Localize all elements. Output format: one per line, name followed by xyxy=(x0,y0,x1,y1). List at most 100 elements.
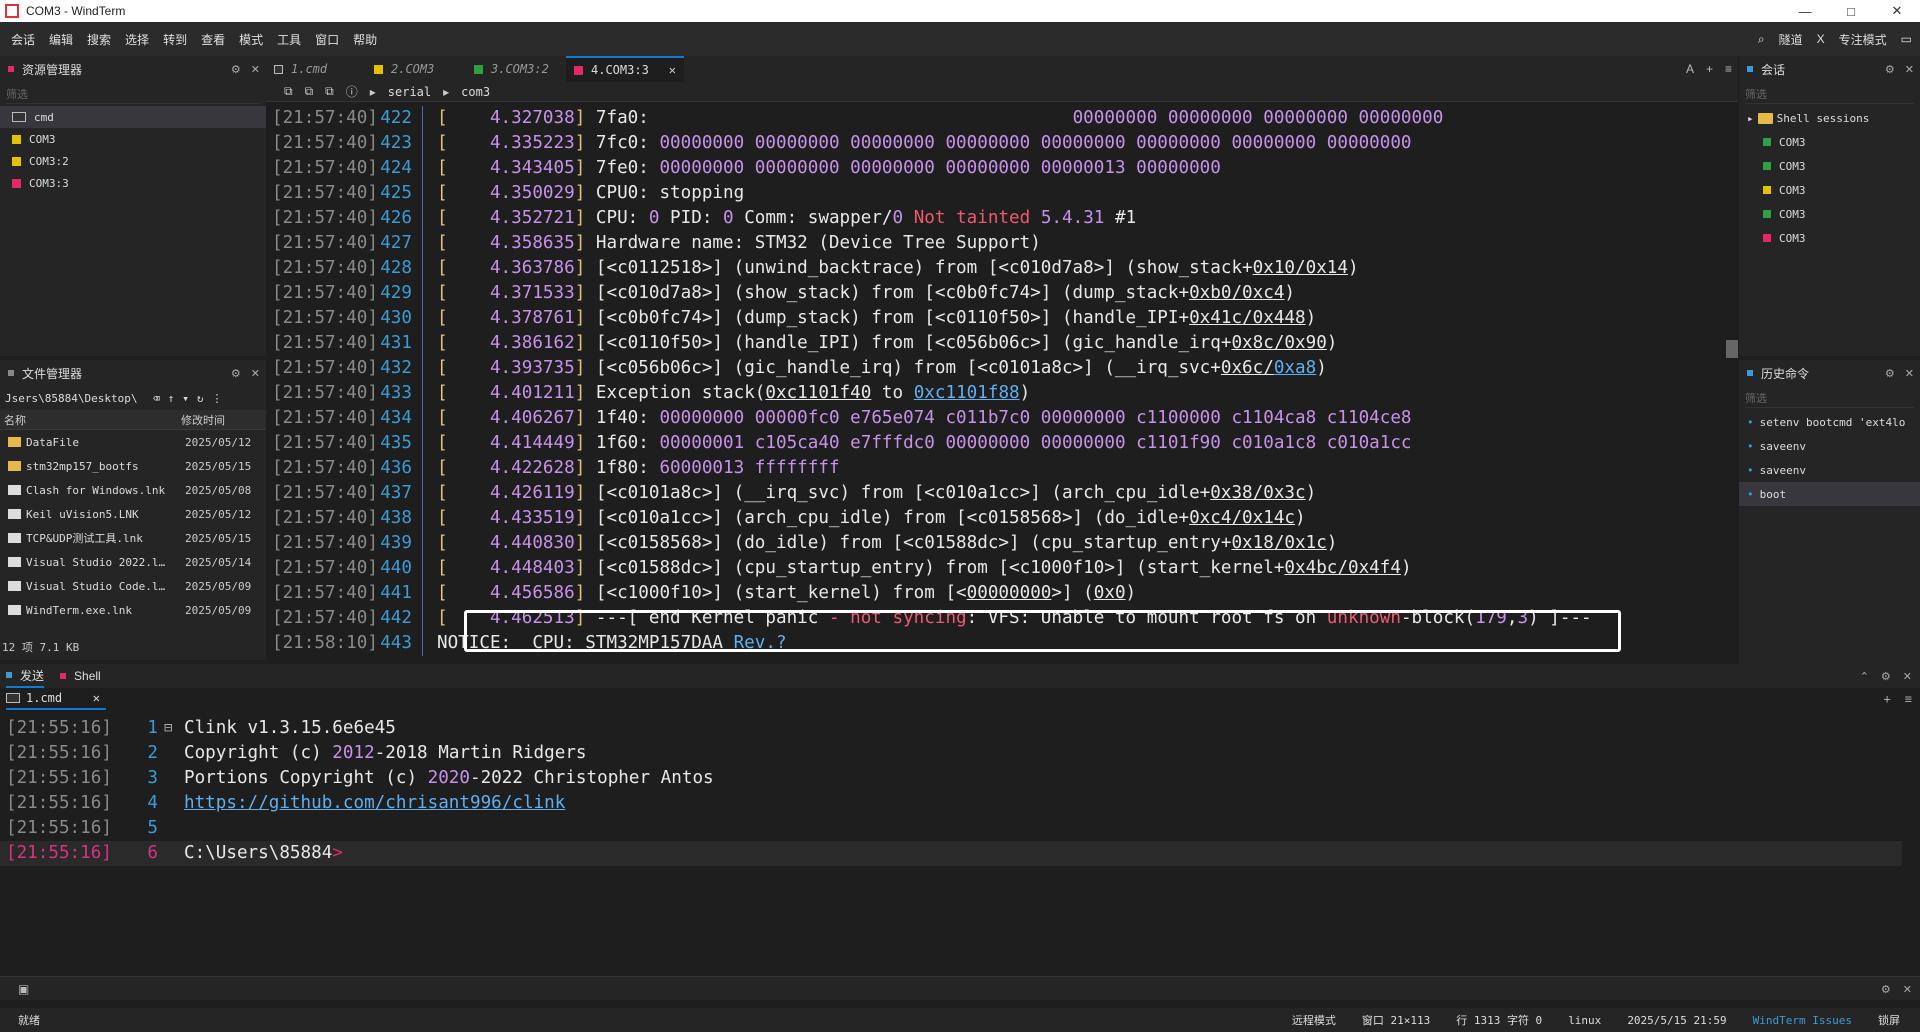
column-modified[interactable]: 修改时间 xyxy=(176,412,225,428)
maximize-button[interactable]: □ xyxy=(1828,0,1874,22)
tab-1-cmd[interactable]: 1.cmd xyxy=(266,56,366,82)
collapse-icon[interactable]: ⌃ xyxy=(1860,670,1869,683)
up-arrow-icon[interactable]: ↑ xyxy=(168,392,175,405)
menu-select[interactable]: 选择 xyxy=(118,31,156,48)
file-row[interactable]: Clash for Windows.lnk 2025/05/08 xyxy=(0,478,266,502)
menu-view[interactable]: 查看 xyxy=(194,31,232,48)
history-item[interactable]: • setenv bootcmd 'ext4lo xyxy=(1739,410,1920,434)
history-filter-input[interactable]: 筛选 xyxy=(1745,388,1914,408)
close-button[interactable]: ✕ xyxy=(1874,0,1920,22)
sessions-filter-input[interactable]: 筛选 xyxy=(1745,84,1914,104)
file-date: 2025/05/08 xyxy=(185,483,252,497)
breadcrumb-serial[interactable]: serial xyxy=(388,85,431,99)
tab-1-cmd-shell[interactable]: 1.cmd ✕ xyxy=(6,688,106,710)
tunnel-button[interactable]: 隧道 xyxy=(1779,31,1803,48)
refresh-icon[interactable]: ↻ xyxy=(197,392,204,405)
more-icon[interactable]: ⋮ xyxy=(212,392,223,405)
file-row[interactable]: WindTerm.exe.lnk 2025/05/09 xyxy=(0,598,266,622)
close-icon[interactable]: ✕ xyxy=(251,63,260,76)
menu-window[interactable]: 窗口 xyxy=(308,31,346,48)
terminal-output[interactable]: [21:57:40] 422[ 4.327038] 7fa0: 00000000 … xyxy=(266,102,1738,662)
duplicate-icon[interactable]: ⧉ xyxy=(305,84,314,99)
file-row[interactable]: stm32mp157_bootfs 2025/05/15 xyxy=(0,454,266,478)
menu-session[interactable]: 会话 xyxy=(4,31,42,48)
shell-output[interactable]: [21:55:16] 1 ⊟ Clink v1.3.15.6e6e45 [21:55:1… xyxy=(0,710,1920,866)
file-row[interactable]: Keil uVision5.LNK 2025/05/12 xyxy=(0,502,266,526)
history-item[interactable]: • saveenv xyxy=(1739,434,1920,458)
session-group[interactable]: ▸ Shell sessions xyxy=(1739,106,1920,130)
session-item[interactable]: COM3 xyxy=(1739,226,1920,250)
fold-icon[interactable]: ⊟ xyxy=(164,716,178,741)
gear-icon[interactable]: ⚙ xyxy=(1885,63,1895,76)
session-item[interactable]: COM3 xyxy=(1739,154,1920,178)
path-input[interactable]: Jsers\85884\Desktop\ xyxy=(5,392,145,405)
tab-label: 1.cmd xyxy=(26,691,63,705)
gear-icon[interactable]: ⚙ xyxy=(1881,670,1891,683)
tab-send[interactable]: 发送 xyxy=(6,664,45,688)
close-icon[interactable]: ✕ xyxy=(1903,670,1912,683)
terminal-scrollbar[interactable] xyxy=(1724,104,1738,616)
line-number: 425 xyxy=(380,183,412,203)
breadcrumb-com3[interactable]: com3 xyxy=(461,85,490,99)
menu-tools[interactable]: 工具 xyxy=(270,31,308,48)
menu-help[interactable]: 帮助 xyxy=(346,31,384,48)
remote-mode[interactable]: 远程模式 xyxy=(1292,1012,1336,1028)
menu-icon[interactable]: ≡ xyxy=(1905,692,1912,706)
close-icon[interactable]: ✕ xyxy=(1905,63,1914,76)
layout-icon[interactable]: ▭ xyxy=(1901,32,1912,46)
new-session-icon[interactable]: ⧉ xyxy=(284,84,293,99)
focus-mode-button[interactable]: 专注模式 xyxy=(1839,31,1887,48)
gutter-separator xyxy=(422,381,423,406)
terminal-line: [21:57:40] 427 [ 4.358635] Hardware name: … xyxy=(266,231,1738,256)
gear-icon[interactable]: ⚙ xyxy=(231,63,241,76)
file-row[interactable]: TCP&UDP测试工具.lnk 2025/05/15 xyxy=(0,526,266,550)
file-row[interactable]: Visual Studio 2022.l… 2025/05/14 xyxy=(0,550,266,574)
add-tab-icon[interactable]: + xyxy=(1706,62,1713,76)
explorer-filter-input[interactable]: 筛选 xyxy=(6,84,260,104)
gear-icon[interactable]: ⚙ xyxy=(1885,367,1895,380)
tab-shell[interactable]: Shell xyxy=(60,669,101,683)
lock-screen-button[interactable]: 锁屏 xyxy=(1878,1012,1900,1028)
send-icon[interactable]: ▣ xyxy=(18,982,29,996)
explorer-item-cmd[interactable]: cmd xyxy=(0,106,266,128)
menu-search[interactable]: 搜索 xyxy=(80,31,118,48)
explorer-item-com3-3[interactable]: COM3:3 xyxy=(0,172,266,194)
menu-mode[interactable]: 模式 xyxy=(232,31,270,48)
chevron-down-icon[interactable]: ▾ xyxy=(182,392,189,405)
close-icon[interactable]: ✕ xyxy=(93,691,100,705)
gear-icon[interactable]: ⚙ xyxy=(1881,983,1891,996)
explorer-item-com3[interactable]: COM3 xyxy=(0,128,266,150)
open-icon[interactable]: ⧉ xyxy=(325,84,334,99)
history-item[interactable]: • boot xyxy=(1739,482,1920,506)
issues-link[interactable]: WindTerm Issues xyxy=(1753,1014,1852,1027)
tab-2-com3[interactable]: 2.COM3 xyxy=(366,56,466,82)
menu-icon[interactable]: ≡ xyxy=(1725,62,1732,76)
tab-4-com3-3[interactable]: 4.COM3:3 ✕ xyxy=(566,56,684,82)
add-tab-icon[interactable]: + xyxy=(1884,692,1891,706)
menu-goto[interactable]: 转到 xyxy=(156,31,194,48)
cursor-position[interactable]: 行 1313 字符 0 xyxy=(1456,1012,1542,1028)
info-icon[interactable]: ⓘ xyxy=(346,83,358,100)
bullet-icon: • xyxy=(1747,415,1754,429)
search-icon[interactable]: ⌕ xyxy=(1758,32,1765,47)
tab-3-com3-2[interactable]: 3.COM3:2 xyxy=(466,56,566,82)
font-size-icon[interactable]: A xyxy=(1686,62,1694,76)
scrollbar-thumb[interactable] xyxy=(1726,340,1738,358)
menu-edit[interactable]: 编辑 xyxy=(42,31,80,48)
gear-icon[interactable]: ⚙ xyxy=(231,367,241,380)
session-item[interactable]: COM3 xyxy=(1739,202,1920,226)
close-icon[interactable]: ✕ xyxy=(1903,983,1912,996)
minimize-button[interactable]: — xyxy=(1782,0,1828,22)
close-icon[interactable]: ✕ xyxy=(1905,367,1914,380)
file-row[interactable]: DataFile 2025/05/12 xyxy=(0,430,266,454)
session-item[interactable]: COM3 xyxy=(1739,178,1920,202)
session-item[interactable]: COM3 xyxy=(1739,130,1920,154)
close-icon[interactable]: ✕ xyxy=(669,63,676,77)
clear-icon[interactable]: ⌫ xyxy=(153,392,160,405)
x-button[interactable]: X xyxy=(1817,32,1825,46)
column-name[interactable]: 名称 xyxy=(0,412,176,428)
close-icon[interactable]: ✕ xyxy=(251,367,260,380)
history-item[interactable]: • saveenv xyxy=(1739,458,1920,482)
file-row[interactable]: Visual Studio Code.l… 2025/05/09 xyxy=(0,574,266,598)
explorer-item-com3-2[interactable]: COM3:2 xyxy=(0,150,266,172)
